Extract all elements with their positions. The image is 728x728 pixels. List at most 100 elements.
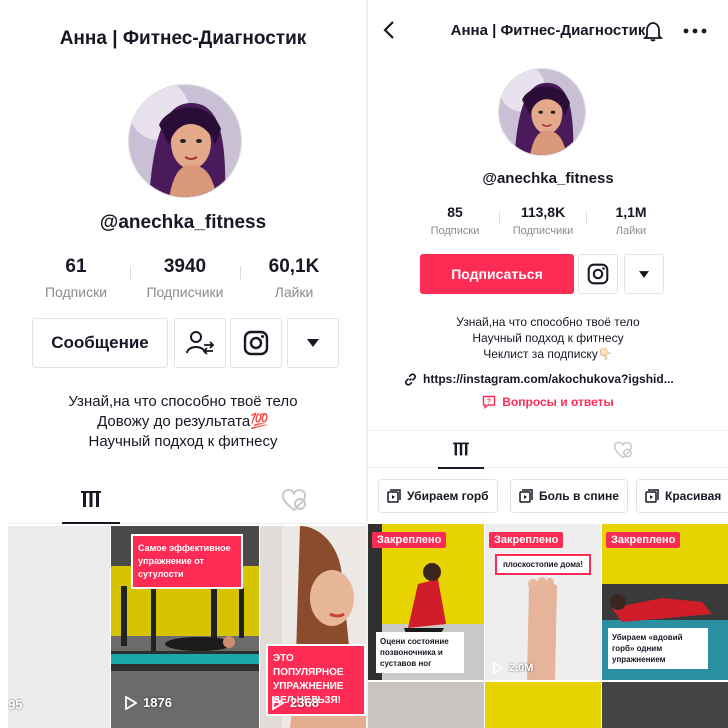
tab-videos[interactable]	[62, 476, 120, 524]
username: @anechka_fitness	[482, 170, 614, 187]
instagram-button[interactable]	[578, 254, 618, 294]
user-swap-icon	[186, 331, 214, 355]
followers-label: Подписчики	[512, 225, 574, 237]
bio: Узнай,на что способно твоё тело Довожу д…	[0, 392, 366, 452]
playlist-chip[interactable]: Красивая	[636, 479, 728, 513]
instagram-button[interactable]	[230, 318, 282, 368]
stat-following[interactable]: 85 Подписки	[410, 204, 500, 237]
qa-link[interactable]: ? Вопросы и ответы	[368, 395, 728, 409]
view-count-value: 2368	[290, 695, 319, 710]
playlist-name: Убираем горб	[407, 489, 489, 503]
stat-divider	[130, 266, 131, 280]
video-thumbnail[interactable]	[368, 682, 484, 728]
stat-likes[interactable]: 1,1M Лайки	[586, 204, 676, 237]
bio-line: Научный подход к фитнесу	[88, 433, 278, 450]
tab-videos[interactable]	[438, 431, 484, 469]
followers-label: Подписчики	[146, 284, 224, 300]
likes-count: 60,1K	[268, 256, 320, 277]
video-thumbnail[interactable]: Закреплено Убираем «вдовий горб» одним у…	[602, 524, 728, 680]
svg-text:?: ?	[487, 399, 491, 406]
playlist-chip[interactable]: Убираем горб	[378, 479, 498, 513]
pinned-badge: Закреплено	[606, 532, 681, 548]
liked-hidden-icon	[613, 441, 633, 459]
view-count-value: 2.0M	[509, 662, 534, 674]
profile-screen-right: Анна | Фитнес-Диагностик @anechka_fitnes…	[368, 0, 728, 728]
liked-hidden-icon	[281, 488, 307, 512]
video-thumbnail[interactable]	[485, 682, 601, 728]
view-count: 2.0M	[493, 662, 533, 674]
view-count-value: 1876	[143, 695, 172, 710]
following-label: Подписки	[430, 225, 480, 237]
bio: Узнай,на что способно твоё тело Научный …	[368, 314, 728, 362]
video-caption: Оцени состояние позвоночника и суставов …	[376, 632, 464, 673]
video-thumbnail[interactable]: 95	[8, 526, 110, 728]
avatar[interactable]	[498, 68, 586, 156]
stat-followers[interactable]: 113,8K Подписчики	[498, 204, 588, 237]
caret-down-icon	[307, 339, 319, 347]
likes-count: 1,1M	[615, 204, 647, 220]
stat-following[interactable]: 61 Подписки	[26, 256, 126, 300]
bio-line: Чеклист за подписку👇🏻	[483, 347, 613, 361]
tab-liked[interactable]	[608, 431, 638, 469]
instagram-icon	[587, 263, 609, 285]
more-dropdown-button[interactable]	[624, 254, 664, 294]
following-label: Подписки	[44, 284, 108, 300]
view-count: 95	[8, 697, 22, 712]
stat-followers[interactable]: 3940 Подписчики	[135, 256, 235, 300]
stat-likes[interactable]: 60,1K Лайки	[244, 256, 344, 300]
content-tabs	[8, 476, 366, 524]
qa-label: Вопросы и ответы	[502, 395, 614, 409]
playlist-name: Красивая	[665, 489, 722, 503]
question-bubble-icon: ?	[483, 395, 496, 409]
follow-swap-button[interactable]	[174, 318, 226, 368]
view-count: 1876	[125, 695, 172, 710]
play-icon	[493, 662, 503, 674]
playlist-icon	[387, 489, 401, 503]
more-dropdown-button[interactable]	[287, 318, 339, 368]
playlist-name: Боль в спине	[539, 489, 619, 503]
bio-line: Узнай,на что способно твоё тело	[68, 393, 298, 410]
playlist-icon	[519, 489, 533, 503]
bio-link[interactable]: https://instagram.com/akochukova?igshid.…	[404, 372, 704, 386]
video-thumbnail[interactable]: Самое эффективное упражнение от сутулост…	[111, 526, 259, 728]
message-button[interactable]: Сообщение	[32, 318, 168, 368]
pinned-badge: Закреплено	[372, 532, 447, 548]
videos-grid-icon	[81, 491, 101, 507]
caret-down-icon	[639, 270, 649, 278]
likes-label: Лайки	[274, 284, 314, 300]
more-options-icon[interactable]	[682, 22, 708, 40]
tab-liked[interactable]	[272, 476, 316, 524]
username: @anechka_fitness	[99, 212, 267, 233]
video-caption: плоскостопие дома!	[495, 554, 591, 575]
playlist-icon	[645, 489, 659, 503]
play-icon	[272, 695, 284, 710]
content-tabs	[368, 430, 728, 469]
view-count-value: 95	[8, 697, 23, 712]
follow-button[interactable]: Подписаться	[420, 254, 574, 294]
likes-label: Лайки	[615, 225, 647, 237]
instagram-icon	[243, 330, 269, 356]
view-count: 2368	[272, 695, 319, 710]
bio-line: Довожу до результата💯	[97, 413, 269, 430]
playlist-chip[interactable]: Боль в спине	[510, 479, 628, 513]
following-count: 61	[65, 256, 87, 277]
followers-count: 3940	[163, 256, 207, 277]
bio-line: Узнай,на что способно твоё тело	[456, 315, 640, 329]
bell-icon[interactable]	[642, 20, 664, 42]
profile-title: Анна | Фитнес-Диагностик	[59, 28, 307, 49]
profile-title: Анна | Фитнес-Диагностик	[450, 22, 646, 39]
stat-divider	[240, 266, 241, 280]
video-caption: Самое эффективное упражнение от сутулост…	[131, 534, 243, 589]
video-thumbnail[interactable]: Закреплено плоскостопие дома! 2.0M	[485, 524, 601, 680]
avatar[interactable]	[128, 84, 242, 198]
video-thumbnail[interactable]: Закреплено Оцени состояние позвоночника …	[368, 524, 484, 680]
videos-grid-icon	[453, 442, 469, 456]
bio-link-text: https://instagram.com/akochukova?igshid.…	[423, 372, 674, 386]
video-thumbnail[interactable]: ЭТО ПОПУЛЯРНОЕ УПРАЖНЕНИЕ ДЕЛ НЕЛЬЗЯ! 23…	[260, 526, 366, 728]
followers-count: 113,8K	[520, 204, 566, 220]
video-thumbnail[interactable]	[602, 682, 728, 728]
play-icon	[125, 695, 137, 710]
bio-line: Научный подход к фитнесу	[472, 331, 624, 345]
profile-screen-left: Анна | Фитнес-Диагностик @anechka_fitnes…	[0, 0, 366, 728]
pinned-badge: Закреплено	[489, 532, 564, 548]
